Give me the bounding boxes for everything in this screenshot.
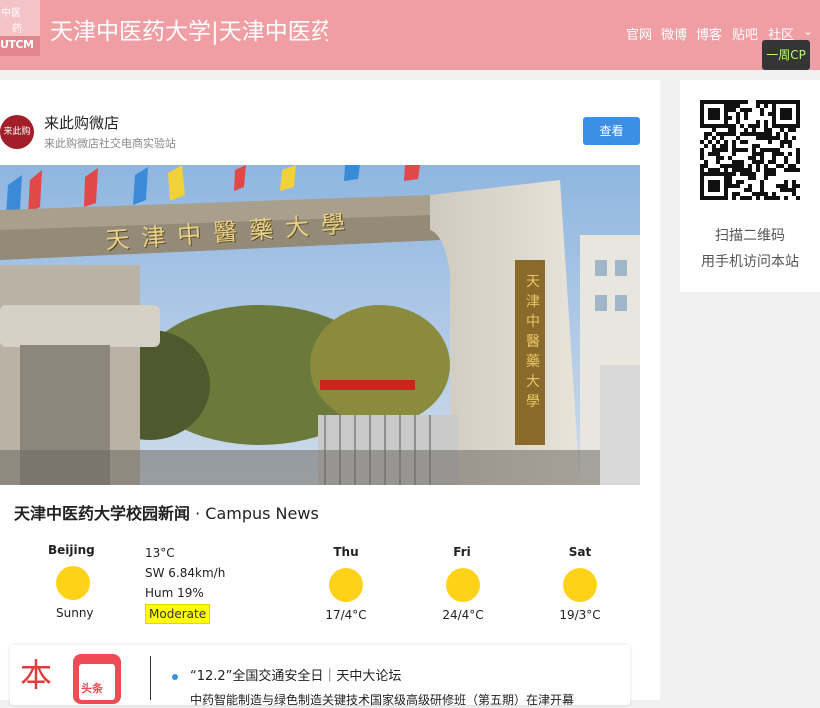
nav-link-blog[interactable]: 博客 bbox=[696, 24, 722, 43]
site-header: 中医 药 UTCM 天津中医药大学|天津中医药大学 官网 微博 博客 贴吧 社区… bbox=[0, 0, 820, 70]
nav-link-tieba[interactable]: 贴吧 bbox=[732, 24, 758, 43]
sun-icon bbox=[56, 566, 90, 600]
sun-icon bbox=[329, 568, 363, 602]
headline-logo-tag: 头条 bbox=[81, 682, 103, 695]
forecast-temp: 19/3°C bbox=[559, 608, 601, 622]
news-heading-suffix: · Campus News bbox=[190, 504, 319, 523]
weather-temp: 13°C bbox=[145, 546, 175, 560]
nav-link-weibo[interactable]: 微博 bbox=[661, 24, 687, 43]
forecast-day: Thu bbox=[333, 545, 359, 559]
nav-link-official[interactable]: 官网 bbox=[626, 24, 652, 43]
forecast-temp: 24/4°C bbox=[442, 608, 484, 622]
news-item[interactable]: “12.2”全国交通安全日｜天中大论坛 bbox=[190, 665, 401, 684]
store-name[interactable]: 来此购微店 bbox=[44, 112, 119, 133]
news-heading-main: 天津中医药大学校园新闻 bbox=[14, 504, 191, 523]
news-logo-char: 本 bbox=[20, 656, 53, 694]
weather-city: Beijing bbox=[48, 543, 95, 557]
weather-condition: Sunny bbox=[56, 606, 94, 620]
air-quality-badge: Moderate bbox=[145, 604, 211, 624]
weather-humidity: Hum 19% bbox=[145, 586, 204, 600]
site-logo[interactable]: 中医 药 UTCM bbox=[0, 0, 40, 56]
forecast-day: Fri bbox=[453, 545, 471, 559]
campus-news-heading: 天津中医药大学校园新闻 · Campus News bbox=[14, 500, 319, 524]
logo-text-2: 药 bbox=[12, 24, 22, 35]
qr-code-icon bbox=[700, 100, 800, 200]
store-subtitle: 来此购微店社交电商实验站 bbox=[44, 137, 176, 150]
qr-caption-2: 用手机访问本站 bbox=[701, 254, 799, 270]
nav-tooltip: 一周CP bbox=[762, 40, 810, 70]
logo-text-1: 中医 bbox=[1, 8, 21, 19]
chevron-down-icon[interactable]: ⌄ bbox=[803, 24, 813, 38]
sun-icon bbox=[563, 568, 597, 602]
headline-logo[interactable]: 头条 bbox=[73, 654, 121, 704]
weather-wind: SW 6.84km/h bbox=[145, 566, 226, 580]
site-title: 天津中医药大学|天津中医药大学 bbox=[50, 19, 328, 45]
news-divider bbox=[150, 656, 151, 700]
logo-text-3: UTCM bbox=[0, 38, 34, 51]
vertical-plaque: 天津中醫藥大學 bbox=[526, 274, 540, 410]
qr-caption-1: 扫描二维码 bbox=[715, 228, 785, 244]
view-store-button[interactable]: 查看 bbox=[583, 117, 640, 145]
forecast-day: Sat bbox=[568, 545, 592, 559]
store-avatar[interactable]: 来此购 bbox=[0, 115, 34, 149]
sun-icon bbox=[446, 568, 480, 602]
forecast-temp: 17/4°C bbox=[325, 608, 367, 622]
bullet-icon bbox=[172, 674, 178, 680]
